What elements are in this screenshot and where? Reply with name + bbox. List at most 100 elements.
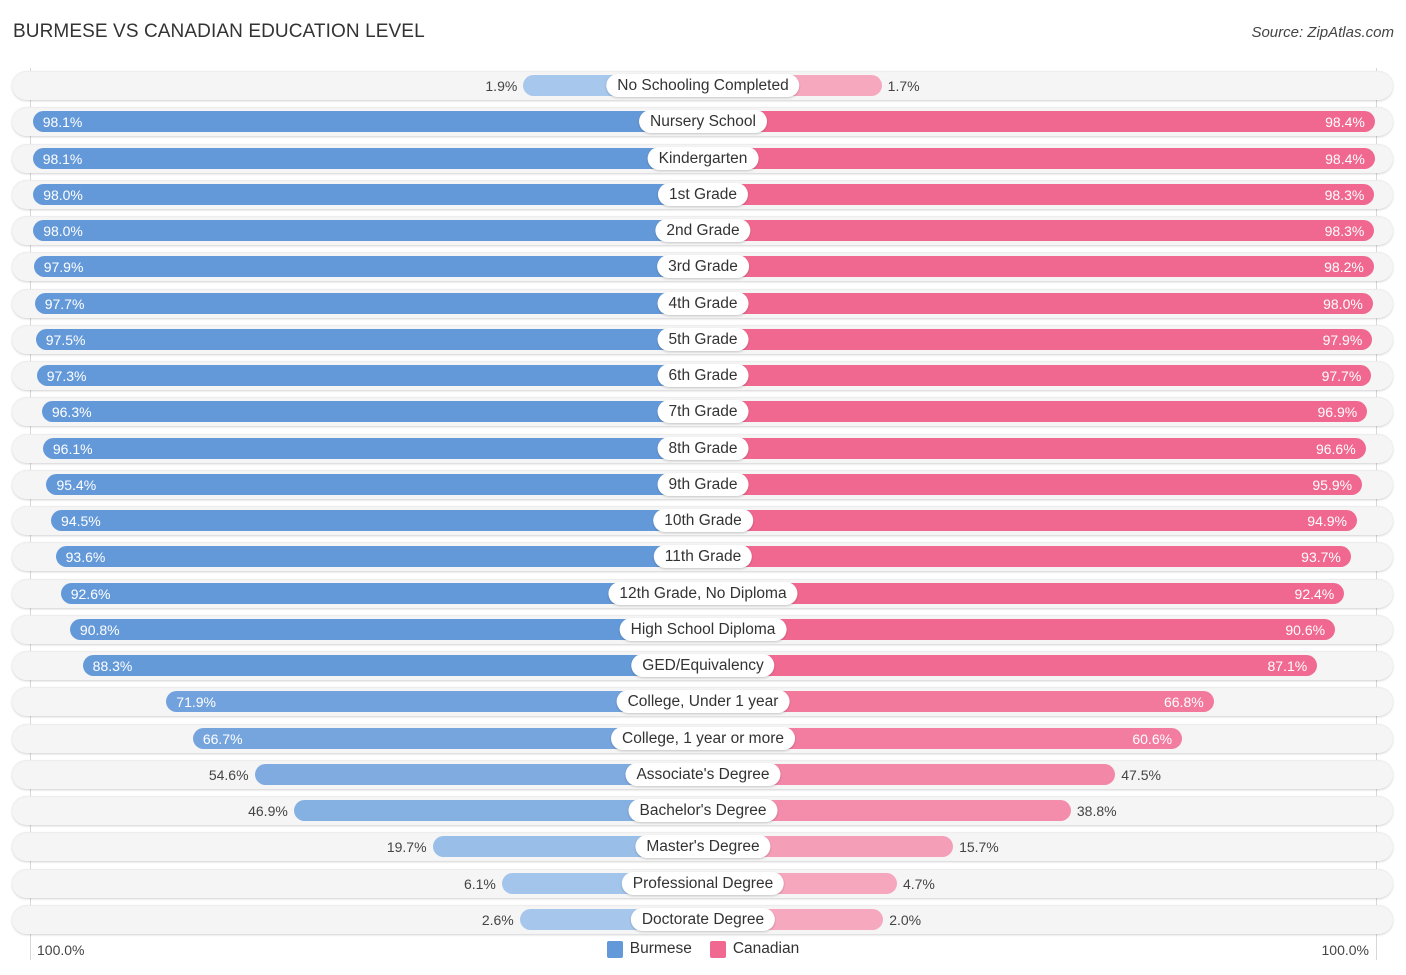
legend-label-burmese: Burmese	[629, 940, 692, 957]
category-label: 4th Grade	[657, 291, 749, 315]
bar-burmese[interactable]	[55, 546, 703, 568]
value-label-canadian: 2.0%	[889, 911, 922, 928]
bar-canadian[interactable]	[703, 401, 1368, 423]
value-label-canadian: 97.7%	[1321, 368, 1362, 384]
chart-rows: 1.9% 1.7% No Schooling Completed 98.1% 98.4%…	[0, 0, 1406, 975]
bar-canadian[interactable]	[703, 655, 1318, 676]
chart-row: 98.1% 98.4% Kindergarten	[12, 143, 1393, 173]
bar-canadian[interactable]	[703, 365, 1372, 386]
chart-row: 54.6% 47.5% Associate's Degree	[12, 759, 1393, 789]
bar-burmese[interactable]	[34, 292, 703, 314]
value-label-burmese: 54.6%	[208, 766, 249, 783]
legend: Burmese Canadian	[0, 940, 1406, 958]
chart-row: 93.6% 93.7% 11th Grade	[12, 542, 1393, 572]
bar-canadian[interactable]	[703, 183, 1375, 205]
bar-burmese[interactable]	[46, 473, 703, 495]
bar-canadian[interactable]	[703, 220, 1375, 241]
value-label-canadian: 4.7%	[902, 875, 935, 892]
value-label-canadian: 95.9%	[1312, 476, 1353, 493]
value-label-canadian: 96.9%	[1317, 404, 1358, 421]
value-label-burmese: 95.4%	[56, 476, 97, 493]
value-label-burmese: 94.5%	[61, 513, 101, 529]
chart-row: 96.1% 96.6% 8th Grade	[12, 433, 1393, 463]
bar-canadian[interactable]	[703, 582, 1345, 604]
value-label-canadian: 98.3%	[1324, 186, 1365, 203]
category-label: College, 1 year or more	[611, 726, 795, 750]
bar-burmese[interactable]	[32, 111, 703, 133]
legend-label-canadian: Canadian	[732, 940, 800, 957]
value-label-burmese: 1.9%	[485, 78, 518, 94]
value-label-burmese: 19.7%	[386, 839, 427, 856]
category-label: 9th Grade	[657, 472, 749, 496]
bar-canadian[interactable]	[703, 437, 1366, 459]
bar-canadian[interactable]	[703, 473, 1363, 495]
chart-row: 98.1% 98.4% Nursery School	[12, 107, 1393, 137]
value-label-burmese: 93.6%	[65, 549, 106, 566]
value-label-burmese: 71.9%	[176, 694, 216, 711]
bar-burmese[interactable]	[42, 437, 703, 459]
bar-burmese[interactable]	[33, 220, 703, 241]
value-label-burmese: 2.6%	[481, 911, 514, 928]
bar-burmese[interactable]	[36, 365, 703, 386]
bar-burmese[interactable]	[60, 582, 703, 604]
chart-row: 1.9% 1.7% No Schooling Completed	[12, 71, 1393, 100]
legend-swatch-canadian	[709, 940, 726, 958]
bar-canadian[interactable]	[703, 546, 1351, 568]
value-label-canadian: 97.9%	[1322, 331, 1363, 348]
chart-row: 2.6% 2.0% Doctorate Degree	[12, 904, 1393, 934]
chart-row: 92.6% 92.4% 12th Grade, No Diploma	[12, 578, 1393, 608]
category-label: College, Under 1 year	[616, 690, 790, 714]
category-label: Professional Degree	[621, 871, 785, 895]
bar-canadian[interactable]	[703, 292, 1373, 314]
bar-burmese[interactable]	[82, 655, 703, 676]
category-label: 10th Grade	[653, 509, 753, 532]
category-label: High School Diploma	[619, 617, 787, 641]
chart-row: 94.5% 94.9% 10th Grade	[12, 506, 1393, 535]
bar-burmese[interactable]	[69, 618, 703, 640]
chart-row: 98.0% 98.3% 2nd Grade	[12, 216, 1393, 245]
value-label-canadian: 87.1%	[1267, 658, 1308, 674]
value-label-burmese: 92.6%	[70, 585, 111, 602]
value-label-burmese: 88.3%	[92, 658, 133, 674]
value-label-burmese: 98.0%	[43, 186, 83, 203]
value-label-burmese: 66.7%	[202, 730, 243, 747]
bar-burmese[interactable]	[33, 183, 703, 205]
value-label-canadian: 92.4%	[1294, 585, 1335, 602]
bar-canadian[interactable]	[703, 111, 1375, 133]
bar-canadian[interactable]	[703, 147, 1375, 169]
chart-row: 97.3% 97.7% 6th Grade	[12, 361, 1393, 390]
value-label-burmese: 97.5%	[45, 331, 86, 348]
bar-burmese[interactable]	[33, 256, 703, 278]
value-label-canadian: 98.4%	[1325, 114, 1365, 131]
bar-canadian[interactable]	[703, 328, 1373, 350]
category-label: Bachelor's Degree	[628, 799, 778, 822]
value-label-canadian: 98.0%	[1323, 295, 1363, 312]
category-label: Nursery School	[639, 110, 767, 134]
value-label-burmese: 98.1%	[42, 150, 83, 167]
bar-canadian[interactable]	[703, 256, 1374, 278]
value-label-canadian: 96.6%	[1315, 440, 1356, 457]
category-label: 3rd Grade	[657, 255, 749, 279]
chart-row: 46.9% 38.8% Bachelor's Degree	[12, 796, 1393, 825]
bar-burmese[interactable]	[32, 147, 703, 169]
value-label-burmese: 97.3%	[46, 368, 87, 384]
legend-item-burmese[interactable]: Burmese	[606, 940, 692, 958]
legend-item-canadian[interactable]: Canadian	[709, 940, 800, 958]
bar-canadian[interactable]	[703, 618, 1336, 640]
bar-canadian[interactable]	[703, 510, 1357, 531]
value-label-canadian: 94.9%	[1307, 513, 1347, 529]
bar-burmese[interactable]	[35, 328, 703, 350]
category-label: Master's Degree	[635, 835, 771, 859]
category-label: Kindergarten	[647, 146, 759, 170]
category-label: Associate's Degree	[625, 762, 781, 786]
chart-row: 71.9% 66.8% College, Under 1 year	[12, 687, 1393, 717]
value-label-canadian: 98.3%	[1324, 223, 1365, 239]
chart-row: 96.3% 96.9% 7th Grade	[12, 397, 1393, 427]
category-label: 5th Grade	[657, 327, 749, 351]
chart-row: 95.4% 95.9% 9th Grade	[12, 469, 1393, 499]
chart-row: 98.0% 98.3% 1st Grade	[12, 179, 1393, 209]
value-label-burmese: 98.1%	[42, 114, 83, 131]
bar-burmese[interactable]	[41, 401, 703, 423]
bar-burmese[interactable]	[51, 510, 703, 531]
value-label-burmese: 97.7%	[44, 295, 85, 312]
